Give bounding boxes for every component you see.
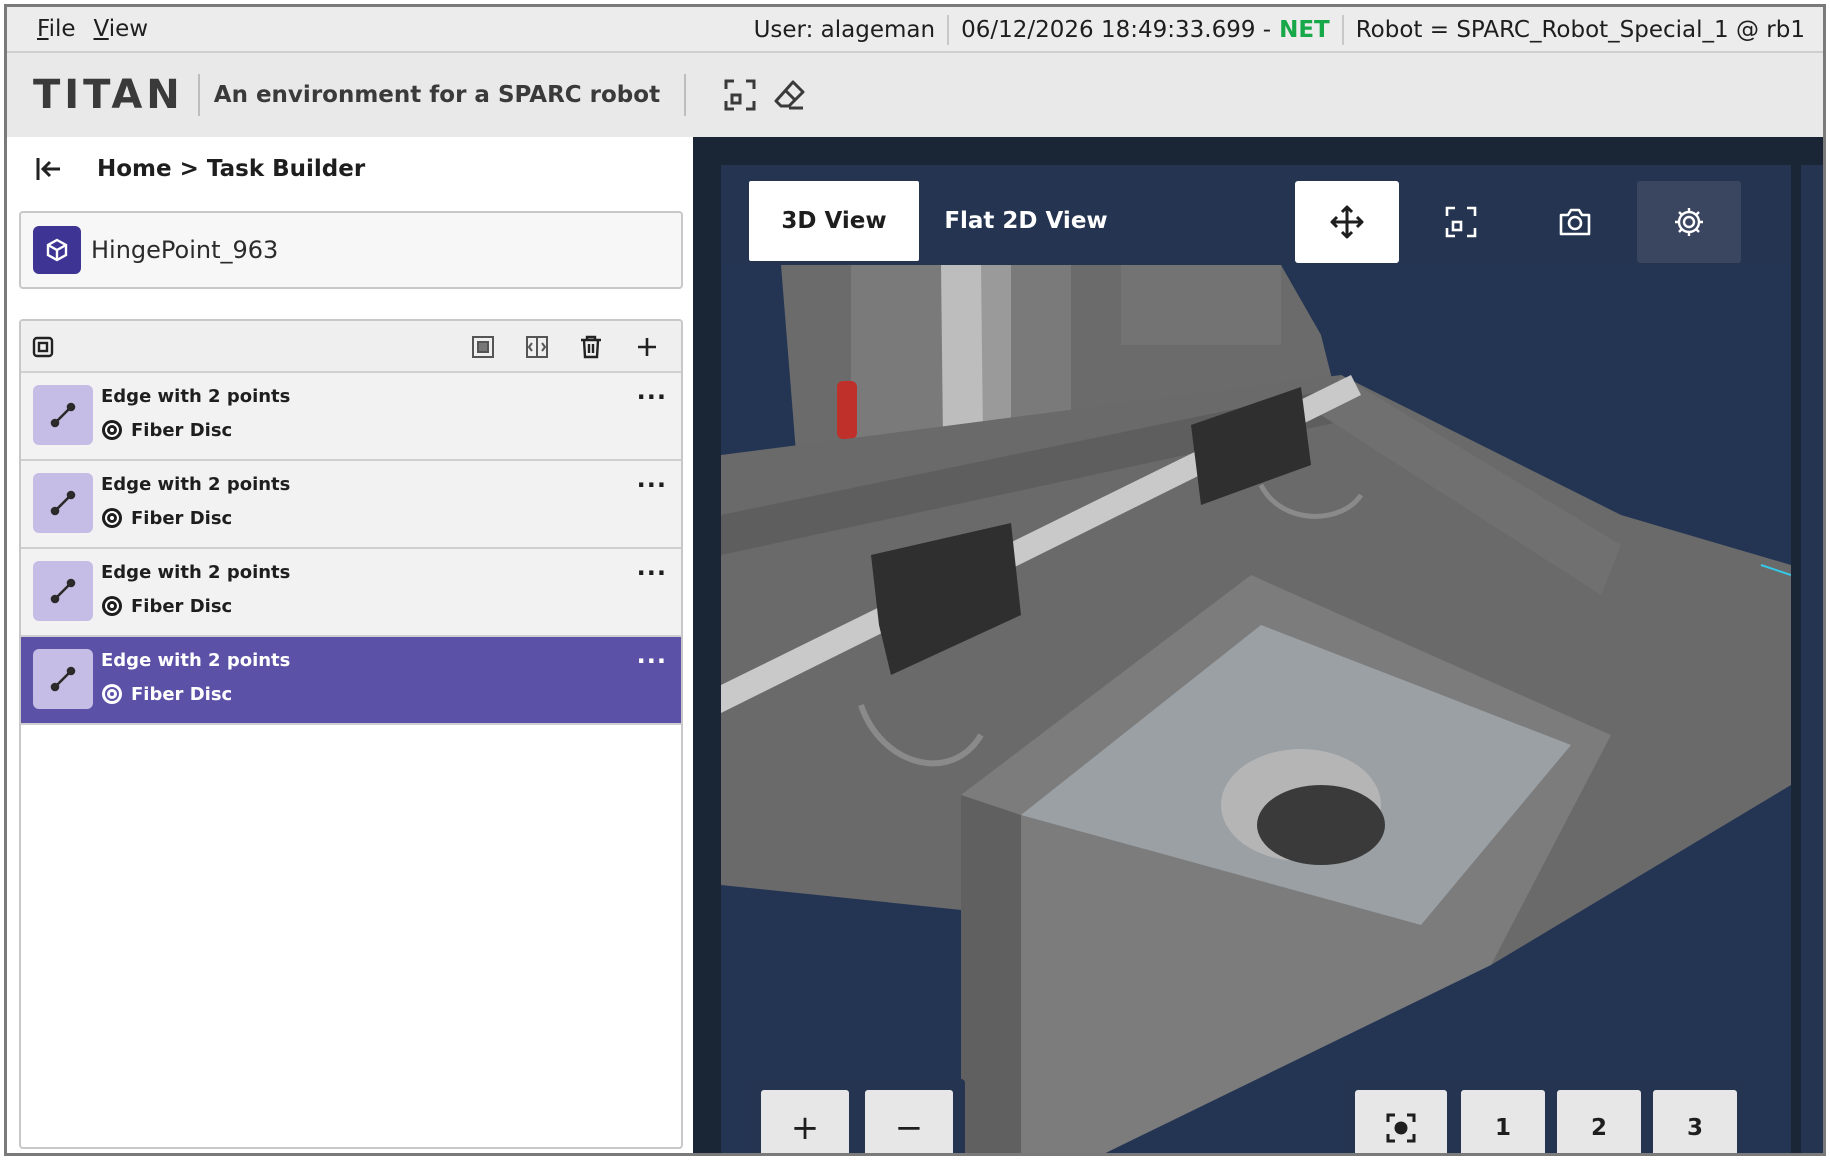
list-item[interactable]: Edge with 2 points Fiber Disc ··· xyxy=(21,549,681,637)
more-options-icon[interactable]: ··· xyxy=(637,647,667,675)
item-title: Edge with 2 points xyxy=(101,562,291,583)
camera-icon[interactable] xyxy=(1523,181,1627,263)
camera-preset-3-button[interactable]: 3 xyxy=(1653,1090,1737,1153)
item-title: Edge with 2 points xyxy=(101,650,291,671)
robot-label: Robot = SPARC_Robot_Special_1 @ rb1 xyxy=(1341,15,1817,45)
tab-flat-2d-view[interactable]: Flat 2D View xyxy=(931,181,1121,261)
zoom-out-button[interactable]: − xyxy=(865,1090,953,1153)
item-title: Edge with 2 points xyxy=(101,474,291,495)
edge-icon xyxy=(33,561,93,621)
user-label: User: alageman xyxy=(753,17,936,43)
collapse-left-icon[interactable] xyxy=(27,147,71,191)
app-tagline: An environment for a SPARC robot xyxy=(213,82,661,108)
list-item[interactable]: Edge with 2 points Fiber Disc ··· xyxy=(21,461,681,549)
list-item[interactable]: Edge with 2 points Fiber Disc ··· xyxy=(21,373,681,461)
right-sidebar-strip xyxy=(1801,165,1823,1153)
viewer-toolbar: 3D View Flat 2D View xyxy=(721,165,1791,265)
breadcrumb-row: Home > Task Builder xyxy=(7,137,693,201)
settings-gear-icon[interactable] xyxy=(1637,181,1741,263)
network-status: NET xyxy=(1279,17,1330,43)
3d-scene[interactable] xyxy=(721,265,1791,1156)
timestamp: 06/12/2026 18:49:33.699 - xyxy=(961,17,1272,43)
more-options-icon[interactable]: ··· xyxy=(637,471,667,499)
viewer-area: 3D View Flat 2D View + − 1 2 3 xyxy=(693,137,1823,1156)
item-tool: Fiber Disc xyxy=(101,595,232,617)
frame-select-icon[interactable] xyxy=(720,75,760,115)
list-toolbar xyxy=(21,321,681,373)
focus-target-icon[interactable] xyxy=(1355,1090,1447,1153)
more-options-icon[interactable]: ··· xyxy=(637,559,667,587)
plus-icon[interactable] xyxy=(631,331,663,363)
status-area: User: alageman 06/12/2026 18:49:33.699 -… xyxy=(742,7,1817,53)
viewport-panel: 3D View Flat 2D View + − 1 2 3 xyxy=(721,165,1791,1156)
app-window: File View User: alageman 06/12/2026 18:4… xyxy=(4,4,1826,1156)
eraser-icon[interactable] xyxy=(770,75,810,115)
hinge-point-icon xyxy=(33,226,81,274)
task-builder-panel: Home > Task Builder HingePoint_963 Edge … xyxy=(7,137,693,1153)
more-options-icon[interactable]: ··· xyxy=(637,383,667,411)
frame-select-icon[interactable] xyxy=(1409,181,1513,263)
item-tool: Fiber Disc xyxy=(101,507,232,529)
edge-icon xyxy=(33,473,93,533)
app-header: TITAN An environment for a SPARC robot xyxy=(7,53,1823,137)
edge-icon xyxy=(33,385,93,445)
item-title: Edge with 2 points xyxy=(101,386,291,407)
menu-bar: File View User: alageman 06/12/2026 18:4… xyxy=(7,7,1823,53)
item-tool-label: Fiber Disc xyxy=(131,419,233,441)
divider xyxy=(684,74,687,116)
item-tool: Fiber Disc xyxy=(101,419,232,441)
menu-view[interactable]: View xyxy=(86,16,159,42)
hinge-point-name: HingePoint_963 xyxy=(91,236,279,264)
list-item-selected[interactable]: Edge with 2 points Fiber Disc ··· xyxy=(21,637,681,725)
select-all-icon[interactable] xyxy=(27,331,59,363)
edge-icon xyxy=(33,649,93,709)
item-tool: Fiber Disc xyxy=(101,683,232,705)
group-icon[interactable] xyxy=(467,331,499,363)
item-tool-label: Fiber Disc xyxy=(131,507,233,529)
edge-list: Edge with 2 points Fiber Disc ··· Edge w… xyxy=(19,319,683,1149)
camera-preset-1-button[interactable]: 1 xyxy=(1461,1090,1545,1153)
titan-logo: TITAN xyxy=(33,72,184,118)
divider xyxy=(197,74,200,116)
zoom-in-button[interactable]: + xyxy=(761,1090,849,1153)
move-icon[interactable] xyxy=(1295,181,1399,263)
fiber-disc-icon xyxy=(102,508,122,528)
item-tool-label: Fiber Disc xyxy=(131,683,233,705)
fiber-disc-icon xyxy=(102,420,122,440)
zoom-controls: + − xyxy=(749,1079,965,1153)
camera-preset-2-button[interactable]: 2 xyxy=(1557,1090,1641,1153)
camera-presets: 1 2 3 xyxy=(1343,1079,1743,1153)
timestamp-group: 06/12/2026 18:49:33.699 - NET xyxy=(947,15,1342,45)
fiber-disc-icon xyxy=(102,684,122,704)
hinge-point-selector[interactable]: HingePoint_963 xyxy=(19,211,683,289)
menu-file[interactable]: File xyxy=(7,16,86,42)
trash-icon[interactable] xyxy=(575,331,607,363)
item-tool-label: Fiber Disc xyxy=(131,595,233,617)
split-icon[interactable] xyxy=(521,331,553,363)
breadcrumb[interactable]: Home > Task Builder xyxy=(97,156,365,182)
tab-3d-view[interactable]: 3D View xyxy=(749,181,919,261)
fiber-disc-icon xyxy=(102,596,122,616)
